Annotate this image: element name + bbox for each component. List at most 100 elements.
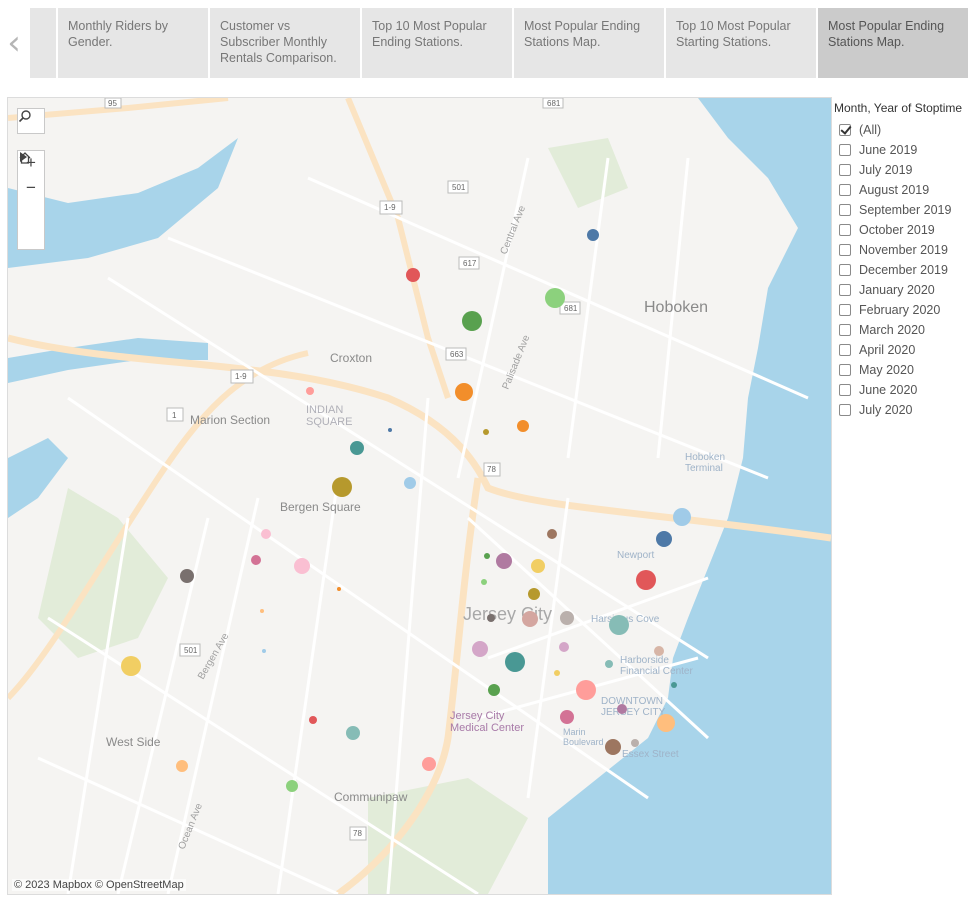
station-marker[interactable] — [617, 704, 627, 714]
filter-checkbox[interactable] — [839, 344, 851, 356]
station-marker[interactable] — [487, 614, 495, 622]
route-95-shield: 95 — [108, 99, 117, 108]
station-marker[interactable] — [545, 288, 565, 308]
station-marker[interactable] — [605, 660, 613, 668]
station-marker[interactable] — [346, 726, 360, 740]
filter-option[interactable]: April 2020 — [834, 340, 978, 360]
filter-checkbox[interactable] — [839, 404, 851, 416]
filter-option[interactable]: February 2020 — [834, 300, 978, 320]
filter-option[interactable]: June 2020 — [834, 380, 978, 400]
label-downtown: DOWNTOWN JERSEY CITY — [601, 696, 666, 718]
station-marker[interactable] — [609, 615, 629, 635]
station-marker[interactable] — [422, 757, 436, 771]
filter-checkbox[interactable] — [839, 204, 851, 216]
reset-home-button[interactable] — [18, 152, 44, 225]
station-marker[interactable] — [406, 268, 420, 282]
hudson-river-water — [548, 98, 831, 894]
station-marker[interactable] — [560, 710, 574, 724]
pan-mode-button[interactable] — [18, 152, 44, 250]
filter-option[interactable]: August 2019 — [834, 180, 978, 200]
station-marker[interactable] — [260, 609, 264, 613]
station-marker[interactable] — [656, 531, 672, 547]
filter-option[interactable]: May 2020 — [834, 360, 978, 380]
filter-option[interactable]: June 2019 — [834, 140, 978, 160]
filter-option[interactable]: November 2019 — [834, 240, 978, 260]
station-marker[interactable] — [261, 529, 271, 539]
zoom-out-button[interactable]: − — [18, 176, 44, 201]
station-marker[interactable] — [483, 429, 489, 435]
filter-checkbox[interactable] — [839, 124, 851, 136]
station-marker[interactable] — [576, 680, 596, 700]
filter-checkbox[interactable] — [839, 224, 851, 236]
station-marker[interactable] — [455, 383, 473, 401]
station-marker[interactable] — [517, 420, 529, 432]
station-marker[interactable] — [488, 684, 500, 696]
station-marker[interactable] — [251, 555, 261, 565]
filter-option[interactable]: September 2019 — [834, 200, 978, 220]
filter-option-label: August 2019 — [859, 183, 930, 197]
filter-checkbox[interactable] — [839, 324, 851, 336]
stations-map[interactable]: Hoboken Croxton INDIAN SQUARE Marion Sect… — [7, 97, 832, 895]
station-marker[interactable] — [462, 311, 482, 331]
station-marker[interactable] — [673, 508, 691, 526]
station-marker[interactable] — [388, 428, 392, 432]
station-marker[interactable] — [180, 569, 194, 583]
filter-option[interactable]: July 2019 — [834, 160, 978, 180]
filter-checkbox[interactable] — [839, 164, 851, 176]
station-marker[interactable] — [671, 682, 677, 688]
filter-checkbox[interactable] — [839, 184, 851, 196]
tab-customer-vs-subscriber[interactable]: Customer vs Subscriber Monthly Rentals C… — [210, 8, 360, 78]
station-marker[interactable] — [528, 588, 540, 600]
station-marker[interactable] — [657, 714, 675, 732]
station-marker[interactable] — [505, 652, 525, 672]
station-marker[interactable] — [176, 760, 188, 772]
station-marker[interactable] — [522, 611, 538, 627]
station-marker[interactable] — [559, 642, 569, 652]
station-marker[interactable] — [350, 441, 364, 455]
station-marker[interactable] — [631, 739, 639, 747]
filter-checkbox[interactable] — [839, 244, 851, 256]
station-marker[interactable] — [636, 570, 656, 590]
station-marker[interactable] — [587, 229, 599, 241]
tab-ending-stations-map[interactable]: Most Popular Ending Stations Map. — [514, 8, 664, 78]
station-marker[interactable] — [531, 559, 545, 573]
filter-option[interactable]: July 2020 — [834, 400, 978, 420]
station-marker[interactable] — [472, 641, 488, 657]
filter-checkbox[interactable] — [839, 264, 851, 276]
station-marker[interactable] — [262, 649, 266, 653]
station-marker[interactable] — [306, 387, 314, 395]
tab-monthly-riders-by-gender[interactable]: Monthly Riders by Gender. — [58, 8, 208, 78]
station-marker[interactable] — [605, 739, 621, 755]
station-marker[interactable] — [554, 670, 560, 676]
filter-checkbox[interactable] — [839, 304, 851, 316]
filter-checkbox[interactable] — [839, 364, 851, 376]
station-marker[interactable] — [309, 716, 317, 724]
map-search-button[interactable] — [17, 108, 45, 134]
station-marker[interactable] — [404, 477, 416, 489]
station-marker[interactable] — [286, 780, 298, 792]
station-marker[interactable] — [560, 611, 574, 625]
station-marker[interactable] — [337, 587, 341, 591]
filter-option[interactable]: October 2019 — [834, 220, 978, 240]
station-marker[interactable] — [121, 656, 141, 676]
filter-option[interactable]: March 2020 — [834, 320, 978, 340]
station-marker[interactable] — [294, 558, 310, 574]
map-attribution[interactable]: © 2023 Mapbox © OpenStreetMap — [12, 879, 186, 891]
station-marker[interactable] — [654, 646, 664, 656]
filter-option[interactable]: January 2020 — [834, 280, 978, 300]
tab-top10-starting-stations[interactable]: Top 10 Most Popular Starting Stations. — [666, 8, 816, 78]
filter-checkbox[interactable] — [839, 384, 851, 396]
tab-ending-stations-map-active[interactable]: Most Popular Ending Stations Map. — [818, 8, 968, 78]
label-bergen-ave: Bergen Ave — [196, 631, 232, 682]
station-marker[interactable] — [481, 579, 487, 585]
previous-arrow-icon[interactable]: ‹ — [0, 8, 28, 78]
station-marker[interactable] — [496, 553, 512, 569]
filter-option[interactable]: December 2019 — [834, 260, 978, 280]
filter-checkbox[interactable] — [839, 144, 851, 156]
station-marker[interactable] — [332, 477, 352, 497]
filter-checkbox[interactable] — [839, 284, 851, 296]
station-marker[interactable] — [547, 529, 557, 539]
tab-top10-ending-stations[interactable]: Top 10 Most Popular Ending Stations. — [362, 8, 512, 78]
station-marker[interactable] — [484, 553, 490, 559]
filter-option[interactable]: (All) — [834, 120, 978, 140]
